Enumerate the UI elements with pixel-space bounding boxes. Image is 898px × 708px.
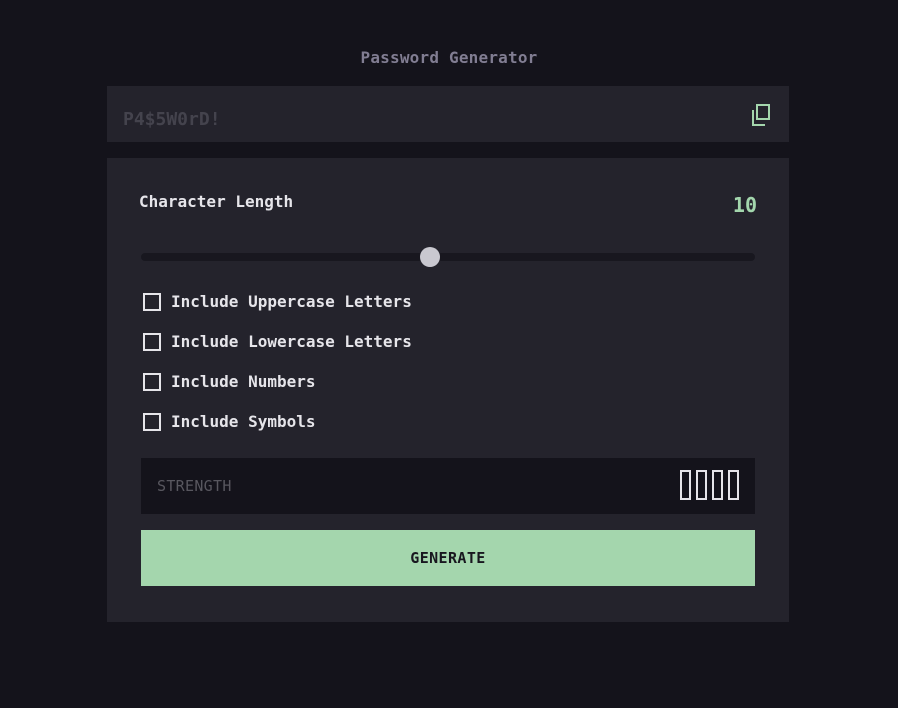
uppercase-label: Include Uppercase Letters [171, 292, 412, 311]
copy-icon[interactable] [751, 104, 771, 126]
strength-bar [696, 470, 707, 500]
settings-panel: Character Length 10 Include Uppercase Le… [107, 158, 789, 622]
strength-meter: STRENGTH [141, 458, 755, 514]
strength-bars [680, 470, 739, 500]
length-slider-thumb[interactable] [419, 247, 440, 267]
length-slider[interactable] [141, 247, 755, 267]
uppercase-checkbox[interactable] [143, 293, 161, 311]
strength-bar [728, 470, 739, 500]
symbols-label: Include Symbols [171, 412, 316, 431]
character-length-value: 10 [732, 193, 757, 217]
numbers-checkbox[interactable] [143, 373, 161, 391]
symbols-checkbox[interactable] [143, 413, 161, 431]
strength-label: STRENGTH [157, 477, 232, 495]
strength-bar [680, 470, 691, 500]
lowercase-checkbox[interactable] [143, 333, 161, 351]
character-length-label: Character Length [139, 192, 294, 211]
generate-button[interactable]: GENERATE [141, 530, 755, 586]
numbers-label: Include Numbers [171, 372, 316, 391]
password-placeholder: P4$5W0rD! [123, 109, 221, 130]
strength-bar [712, 470, 723, 500]
page-title: Password Generator [360, 48, 538, 67]
lowercase-label: Include Lowercase Letters [171, 332, 412, 351]
password-output: P4$5W0rD! [107, 86, 789, 142]
